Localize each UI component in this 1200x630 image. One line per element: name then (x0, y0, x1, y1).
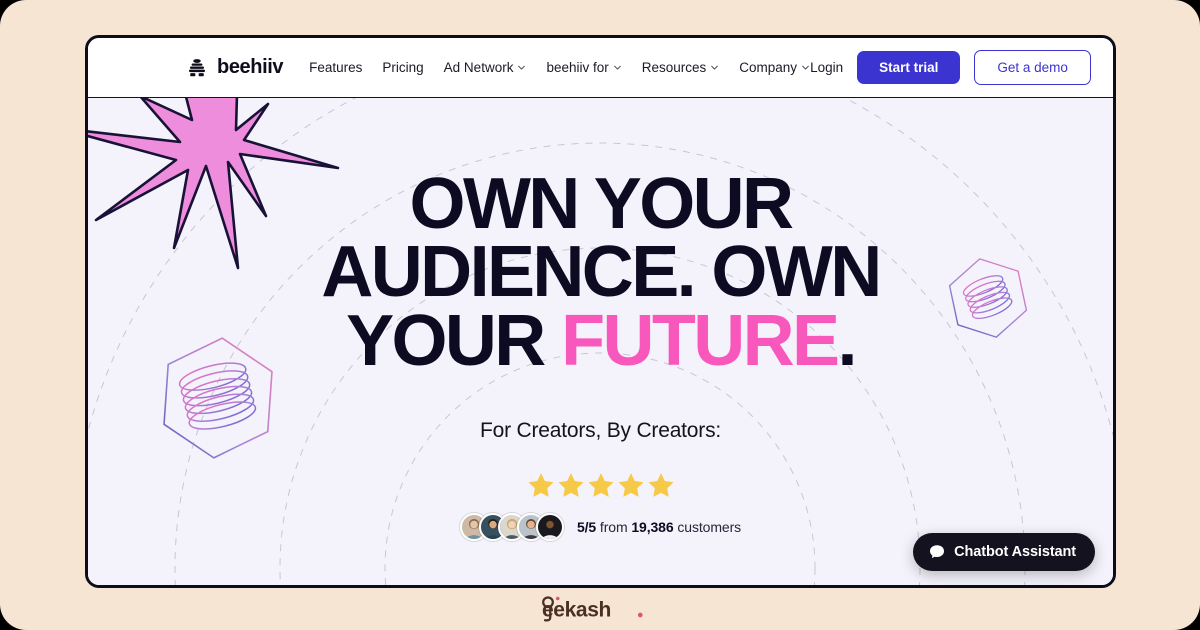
login-link[interactable]: Login (810, 60, 843, 75)
hero-content: OWN YOUR AUDIENCE. OWN YOUR FUTURE. For … (88, 98, 1113, 585)
hero-subheading: For Creators, By Creators: (479, 419, 722, 443)
nav-actions: Login Start trial Get a demo (810, 50, 1103, 85)
nav-item-label: Ad Network (443, 60, 514, 75)
chatbot-assistant-button[interactable]: Chatbot Assistant (913, 533, 1095, 571)
nav-item-ad-network[interactable]: Ad Network (444, 60, 527, 75)
page-title: OWN YOUR AUDIENCE. OWN YOUR FUTURE. (321, 168, 882, 377)
svg-text:eekash: eekash (542, 599, 611, 622)
rating-summary: 5/5 from 19,386 customers (577, 519, 741, 535)
hero-section: OWN YOUR AUDIENCE. OWN YOUR FUTURE. For … (88, 98, 1113, 585)
top-navigation-bar: beehiiv Features Pricing Ad Network beeh… (88, 38, 1113, 98)
chevron-down-icon (517, 63, 526, 72)
nav-item-features[interactable]: Features (309, 60, 362, 75)
get-a-demo-button[interactable]: Get a demo (974, 50, 1091, 85)
rating-customer-count: 19,386 (631, 519, 674, 536)
nav-item-company[interactable]: Company (739, 60, 810, 75)
star-icon (557, 471, 585, 499)
star-icon (617, 471, 645, 499)
nav-item-beehiiv-for[interactable]: beehiiv for (546, 60, 621, 75)
star-rating (527, 471, 675, 499)
screenshot-frame: beehiiv Features Pricing Ad Network beeh… (0, 0, 1200, 630)
nav-item-label: Pricing (382, 60, 424, 75)
nav-item-label: Company (739, 60, 798, 75)
rating-from-label: from (599, 519, 628, 536)
nav-links: Features Pricing Ad Network beehiiv for (309, 60, 810, 75)
avatar (535, 513, 564, 542)
headline-highlight-future: FUTURE (561, 300, 840, 381)
chevron-down-icon (710, 63, 719, 72)
star-icon (587, 471, 615, 499)
headline-period: . (837, 300, 857, 381)
nav-item-label: Features (309, 60, 363, 75)
star-icon (647, 471, 675, 499)
headline-line-3-plain: YOUR (346, 300, 562, 381)
customer-avatars (459, 513, 564, 542)
beehive-icon (186, 57, 208, 79)
brand-logo[interactable]: beehiiv (186, 56, 284, 79)
geekash-logo: eekash (542, 596, 643, 622)
chevron-down-icon (613, 63, 622, 72)
website-card: beehiiv Features Pricing Ad Network beeh… (85, 35, 1116, 588)
brand-name: beehiiv (217, 56, 284, 78)
nav-item-label: Resources (641, 60, 707, 75)
rating-customers-label: customers (677, 519, 742, 536)
star-icon (527, 471, 555, 499)
start-trial-button[interactable]: Start trial (857, 51, 961, 84)
nav-item-label: beehiiv for (546, 60, 609, 75)
chatbot-label: Chatbot Assistant (954, 544, 1076, 560)
chat-bubble-icon (929, 544, 945, 560)
nav-item-pricing[interactable]: Pricing (382, 60, 423, 75)
rating-score: 5/5 (576, 519, 597, 536)
nav-item-resources[interactable]: Resources (642, 60, 720, 75)
chevron-down-icon (801, 63, 810, 72)
watermark: eekash (0, 594, 1200, 624)
social-proof: 5/5 from 19,386 customers (459, 513, 741, 542)
